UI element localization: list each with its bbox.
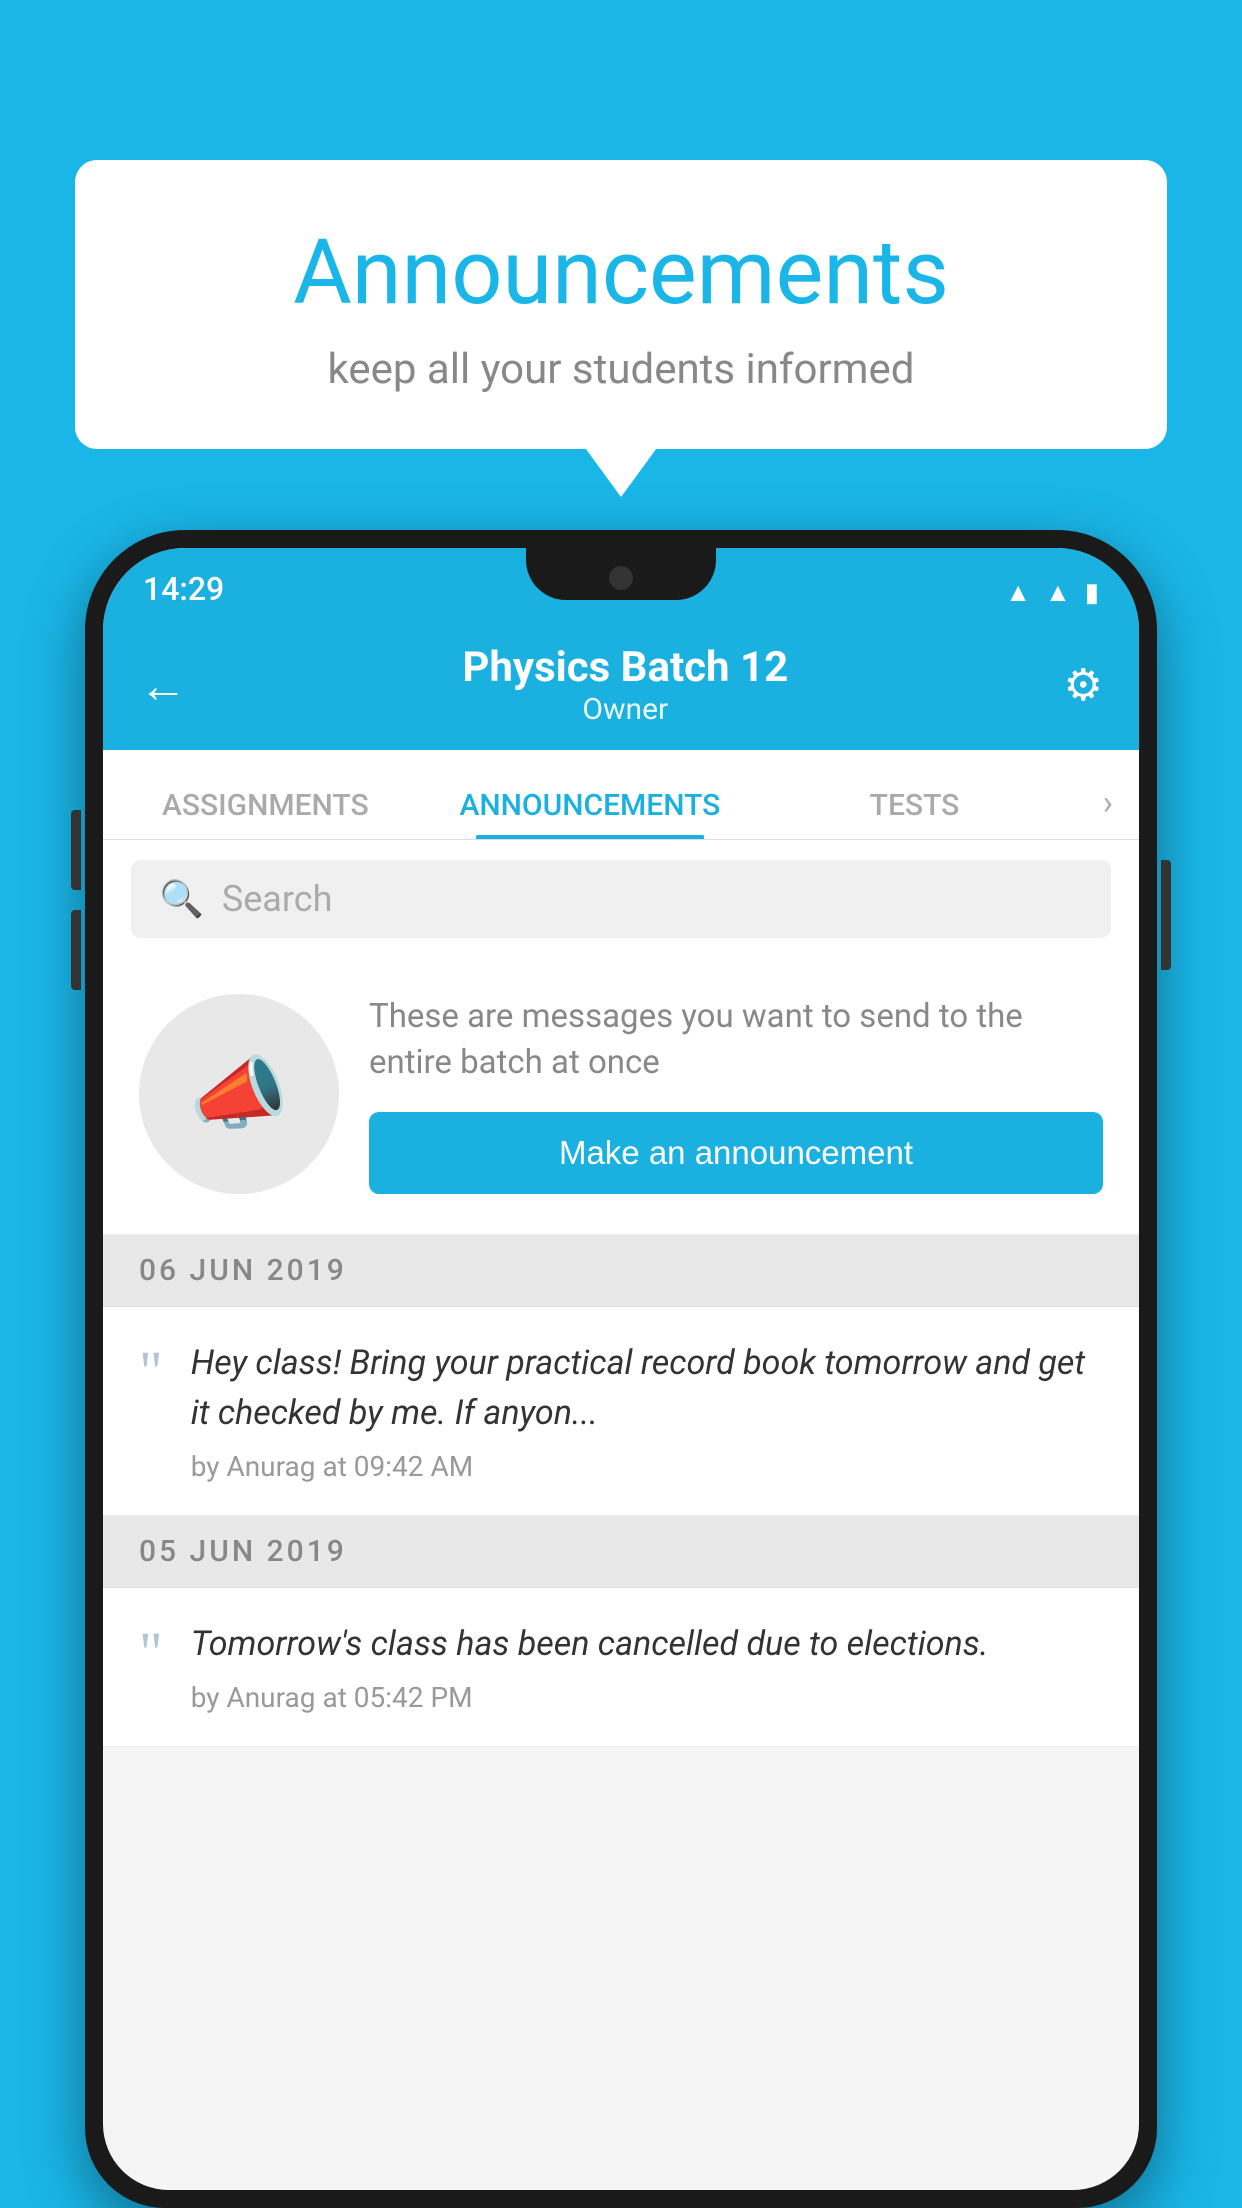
speech-bubble-container: Announcements keep all your students inf…	[75, 160, 1167, 449]
announcement-meta-1: by Anurag at 09:42 AM	[191, 1450, 1103, 1483]
phone-screen: 14:29 ▲ ▲ ▮ ← Physics Batch 12 Owner ⚙ A…	[103, 548, 1139, 2190]
app-bar-title-block: Physics Batch 12 Owner	[187, 643, 1064, 727]
app-bar-title: Physics Batch 12	[187, 643, 1064, 692]
announcement-text-2: Tomorrow's class has been cancelled due …	[191, 1620, 1103, 1669]
app-bar-subtitle: Owner	[187, 692, 1064, 727]
tab-tests[interactable]: TESTS	[752, 788, 1077, 839]
app-bar: ← Physics Batch 12 Owner ⚙	[103, 620, 1139, 750]
search-box[interactable]: 🔍 Search	[131, 860, 1111, 938]
quote-icon-2: "	[139, 1624, 163, 1682]
announcement-item-1[interactable]: " Hey class! Bring your practical record…	[103, 1307, 1139, 1516]
volume-down-button	[71, 910, 81, 990]
volume-up-button	[71, 810, 81, 890]
announcement-prompt-text: These are messages you want to send to t…	[369, 994, 1103, 1086]
announcement-prompt-card: 📣 These are messages you want to send to…	[103, 958, 1139, 1235]
megaphone-icon: 📣	[189, 1047, 289, 1141]
search-input[interactable]: Search	[222, 878, 333, 920]
status-icons: ▲ ▲ ▮	[1005, 577, 1099, 608]
bubble-subtitle: keep all your students informed	[125, 345, 1117, 394]
phone-frame: 14:29 ▲ ▲ ▮ ← Physics Batch 12 Owner ⚙ A…	[85, 530, 1157, 2208]
speech-bubble: Announcements keep all your students inf…	[75, 160, 1167, 449]
announcement-content-1: Hey class! Bring your practical record b…	[191, 1339, 1103, 1483]
date-separator-2: 05 JUN 2019	[103, 1516, 1139, 1588]
announcement-content-2: Tomorrow's class has been cancelled due …	[191, 1620, 1103, 1714]
tab-announcements[interactable]: ANNOUNCEMENTS	[428, 788, 753, 839]
signal-icon: ▲	[1045, 577, 1071, 608]
date-separator-1: 06 JUN 2019	[103, 1235, 1139, 1307]
battery-icon: ▮	[1085, 578, 1099, 608]
announcement-item-2[interactable]: " Tomorrow's class has been cancelled du…	[103, 1588, 1139, 1747]
announcement-text-1: Hey class! Bring your practical record b…	[191, 1339, 1103, 1438]
back-button[interactable]: ←	[139, 657, 187, 714]
make-announcement-button[interactable]: Make an announcement	[369, 1112, 1103, 1194]
search-container: 🔍 Search	[103, 840, 1139, 958]
settings-icon[interactable]: ⚙	[1064, 659, 1103, 711]
status-time: 14:29	[143, 570, 224, 608]
tabs-bar: ASSIGNMENTS ANNOUNCEMENTS TESTS ›	[103, 750, 1139, 840]
power-button	[1161, 860, 1171, 970]
tab-assignments[interactable]: ASSIGNMENTS	[103, 788, 428, 839]
quote-icon-1: "	[139, 1343, 163, 1401]
phone-notch	[526, 548, 716, 600]
announcement-prompt-content: These are messages you want to send to t…	[369, 994, 1103, 1194]
front-camera	[609, 566, 633, 590]
tabs-more[interactable]: ›	[1077, 783, 1139, 839]
wifi-icon: ▲	[1005, 577, 1031, 608]
announcement-meta-2: by Anurag at 05:42 PM	[191, 1681, 1103, 1714]
search-icon: 🔍	[159, 878, 204, 920]
bubble-title: Announcements	[125, 220, 1117, 325]
megaphone-circle: 📣	[139, 994, 339, 1194]
